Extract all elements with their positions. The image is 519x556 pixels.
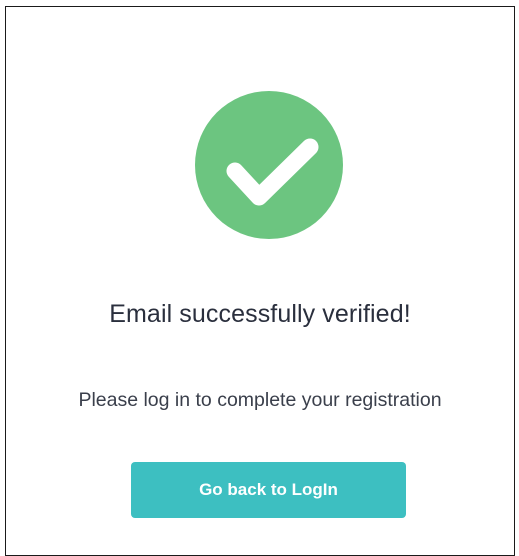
checkmark-icon [226, 138, 319, 206]
instruction-text: Please log in to complete your registrat… [78, 389, 442, 411]
go-back-to-login-button[interactable]: Go back to LogIn [131, 462, 406, 518]
page-title: Email successfully verified! [109, 300, 411, 328]
verification-card: Email successfully verified! Please log … [5, 6, 515, 556]
check-circle-icon [195, 91, 343, 239]
